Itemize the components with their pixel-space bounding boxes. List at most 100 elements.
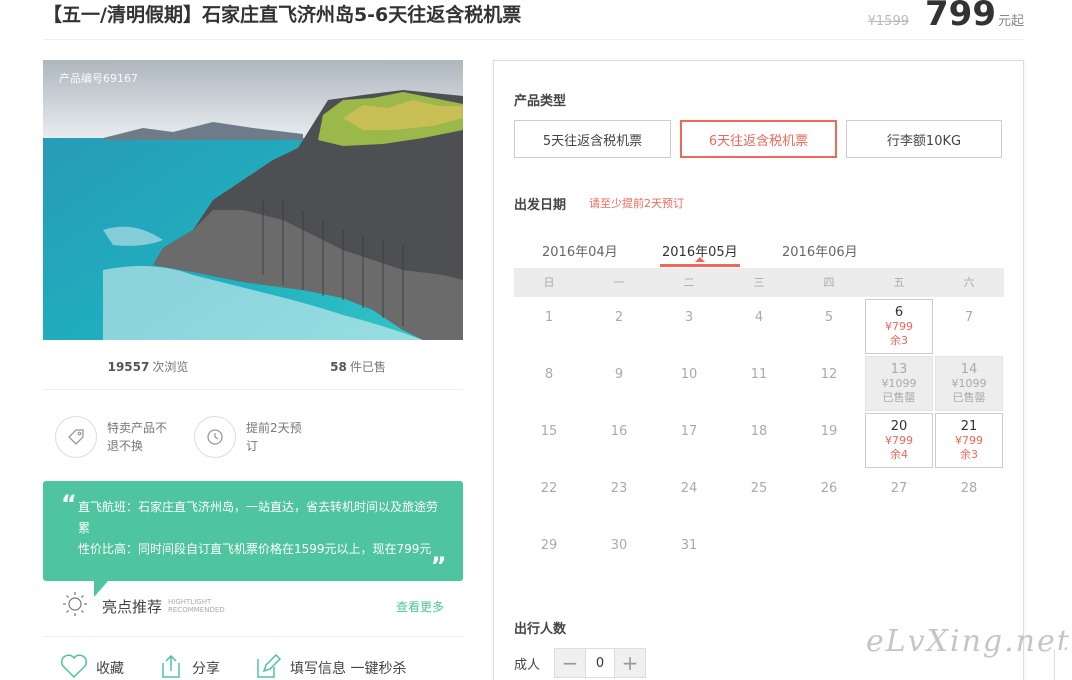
weekday-label: 日 — [543, 276, 555, 289]
decrement-button[interactable]: − — [555, 649, 585, 677]
day-number: 8 — [544, 367, 554, 382]
product-number: 产品编号69167 — [59, 72, 138, 85]
calendar-day — [794, 525, 864, 582]
tab-month-apr[interactable]: 2016年04月 — [542, 241, 618, 260]
calendar-week-row: 29 30 31 — [514, 525, 1004, 582]
day-number: 24 — [680, 481, 698, 496]
heart-icon — [60, 653, 88, 680]
adult-count[interactable]: 0 — [585, 649, 615, 677]
calendar-week-row: 8 9 10 11 12 13 ¥1099 已售罄 14 ¥1099 已售罄 — [514, 354, 1004, 411]
feature-label: 提前2天预订 — [246, 421, 302, 453]
calendar-day: 19 — [794, 411, 864, 468]
highlight-header: 亮点推荐 HIGHTLIGHT RECOMMENDED 查看更多 — [62, 591, 444, 621]
day-number: 18 — [750, 424, 768, 439]
feature-label: 特卖产品不退不换 — [107, 421, 168, 453]
calendar-day: 1 — [514, 297, 584, 354]
share-icon — [158, 653, 184, 680]
feature-book-ahead: 提前2天预订 — [194, 416, 302, 458]
day-number: 30 — [610, 538, 628, 553]
day-number: 20 — [890, 419, 908, 434]
day-number: 31 — [680, 538, 698, 553]
calendar-day: 5 — [794, 297, 864, 354]
day-price: ¥799 — [955, 434, 983, 447]
day-stock-status: 余3 — [890, 334, 908, 347]
product-type-label: 产品类型 — [514, 94, 567, 109]
calendar-day-avail[interactable]: 21 ¥799 余3 — [934, 411, 1004, 468]
share-label: 分享 — [192, 661, 220, 677]
booking-panel: 产品类型 5天往返含税机票 6天往返含税机票 行李额10KG 出发日期 请至少提… — [493, 60, 1024, 680]
highlight-divider — [43, 636, 463, 637]
calendar-day-avail[interactable]: 6 ¥799 余3 — [864, 297, 934, 354]
day-price: ¥799 — [885, 434, 913, 447]
tab-month-jun[interactable]: 2016年06月 — [782, 241, 858, 260]
calendar-day-avail[interactable]: 20 ¥799 余4 — [864, 411, 934, 468]
highlight-quote: “ 直飞航班：石家庄直飞济州岛，一站直达，省去转机时间以及旅途劳累 性价比高：同… — [43, 481, 463, 581]
day-number: 9 — [614, 367, 624, 382]
sold-stat: 58 件已售 — [253, 358, 463, 375]
current-price: 799 — [925, 0, 996, 34]
day-number: 22 — [540, 481, 558, 496]
day-number: 3 — [684, 310, 694, 325]
day-stock-status: 已售罄 — [882, 391, 916, 404]
views-label: 次浏览 — [152, 360, 189, 374]
day-number: 11 — [750, 367, 768, 382]
calendar-day: 24 — [654, 468, 724, 525]
weekday-label: 一 — [613, 276, 625, 289]
day-number: 23 — [610, 481, 628, 496]
active-month-underline — [660, 264, 740, 267]
sold-count: 58 — [330, 360, 347, 374]
share-button[interactable]: 分享 — [158, 653, 220, 680]
clock-icon — [194, 416, 236, 458]
price-block: ¥1599 799 元起 — [868, 0, 1024, 34]
day-number: 15 — [540, 424, 558, 439]
day-number: 16 — [610, 424, 628, 439]
day-number: 21 — [960, 419, 978, 434]
highlight-en-2: RECOMMENDED — [168, 606, 225, 614]
quote-close-mark: „ — [431, 539, 447, 567]
edit-icon — [254, 653, 282, 680]
option-5day[interactable]: 5天往返含税机票 — [514, 120, 671, 158]
fill-info-button[interactable]: 填写信息 一键秒杀 — [254, 653, 406, 680]
calendar-day: 31 — [654, 525, 724, 582]
day-number: 4 — [754, 310, 764, 325]
scrollbar[interactable] — [1054, 650, 1072, 680]
calendar-week-row: 15 16 17 18 19 20 ¥799 余4 21 ¥799 余3 — [514, 411, 1004, 468]
option-6day[interactable]: 6天往返含税机票 — [680, 120, 837, 158]
calendar-day: 17 — [654, 411, 724, 468]
day-number: 5 — [824, 310, 834, 325]
calendar: 日一二三四五六 1 2 3 4 5 6 ¥799 余3 7 8 9 10 11 12 13 ¥1099 已售罄 1… — [514, 268, 1004, 582]
calendar-day: 12 — [794, 354, 864, 411]
option-baggage[interactable]: 行李额10KG — [846, 120, 1002, 158]
month-tabs: 2016年04月 2016年05月 2016年06月 — [514, 233, 1004, 269]
calendar-day: 28 — [934, 468, 1004, 525]
day-number: 19 — [820, 424, 838, 439]
favorite-button[interactable]: 收藏 — [60, 653, 124, 680]
day-number: 12 — [820, 367, 838, 382]
day-number: 10 — [680, 367, 698, 382]
calendar-day: 16 — [584, 411, 654, 468]
day-number: 7 — [964, 310, 974, 325]
day-price: ¥799 — [885, 320, 913, 333]
day-number — [934, 525, 1004, 539]
stats-divider — [43, 389, 463, 390]
calendar-day: 2 — [584, 297, 654, 354]
highlight-title: 亮点推荐 — [102, 597, 163, 616]
calendar-day: 4 — [724, 297, 794, 354]
calendar-day: 29 — [514, 525, 584, 582]
day-stock-status: 余4 — [890, 448, 908, 461]
product-stats: 19557 次浏览 58 件已售 — [43, 358, 463, 375]
calendar-day: 15 — [514, 411, 584, 468]
feature-no-refund: 特卖产品不退不换 — [55, 416, 173, 458]
calendar-day: 25 — [724, 468, 794, 525]
day-number: 17 — [680, 424, 698, 439]
calendar-day — [724, 525, 794, 582]
day-number: 13 — [890, 362, 908, 377]
view-more-link[interactable]: 查看更多 — [396, 598, 444, 615]
quote-line-2: 性价比高：同时间段自订直飞机票价格在1599元以上，现在799元 — [78, 542, 432, 556]
increment-button[interactable]: + — [615, 649, 645, 677]
page-title: 【五一/清明假期】石家庄直飞济州岛5-6天往返含税机票 — [43, 4, 522, 26]
calendar-day: 27 — [864, 468, 934, 525]
weekday-label: 二 — [683, 276, 695, 289]
day-number — [794, 525, 864, 539]
adult-row: 成人 − 0 + — [514, 648, 646, 678]
